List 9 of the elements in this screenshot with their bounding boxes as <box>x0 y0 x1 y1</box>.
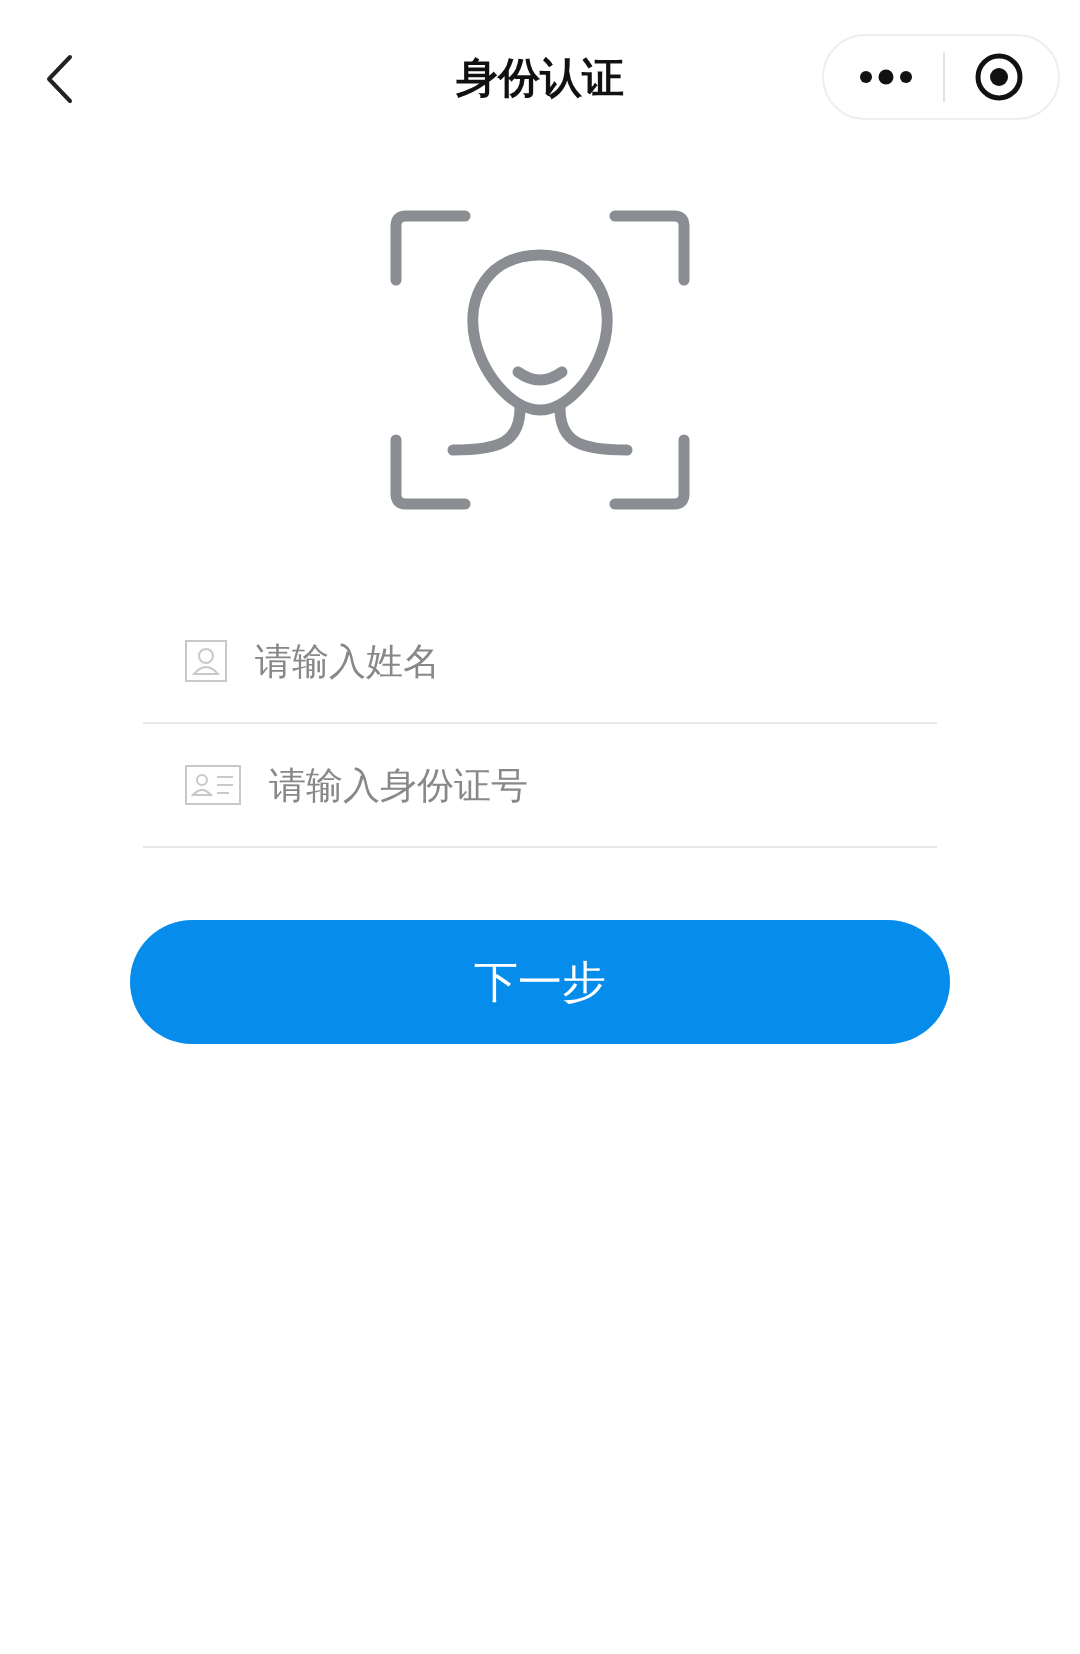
id-card-icon <box>185 765 241 805</box>
text-input-field[interactable]: 请输入姓名 <box>255 631 937 691</box>
person-icon <box>185 640 227 682</box>
back-icon[interactable] <box>44 54 74 104</box>
face-scan-icon <box>390 210 690 510</box>
page-title: 身份认证 <box>455 52 625 104</box>
next-button[interactable]: 下一步 <box>130 920 950 1044</box>
more-icon[interactable] <box>858 69 915 85</box>
text-input-field[interactable]: 请输入身份证号 <box>269 755 937 815</box>
